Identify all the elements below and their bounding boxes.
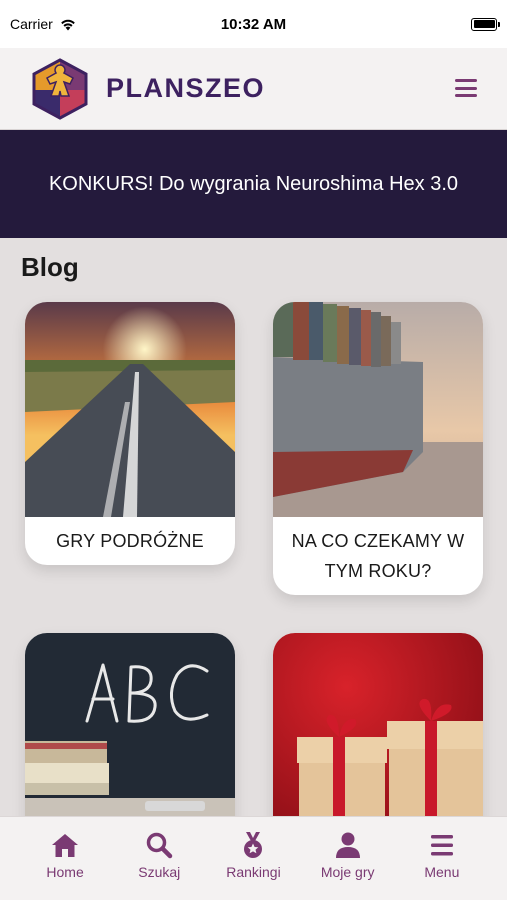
- wifi-icon: [60, 19, 75, 31]
- blog-card-title: NA CO CZEKAMY W TYM ROKU?: [291, 531, 465, 581]
- tab-label: Home: [46, 864, 84, 880]
- tab-search[interactable]: Szukaj: [119, 817, 199, 900]
- user-icon: [335, 832, 360, 858]
- cargo-ship-image: [273, 302, 483, 517]
- blog-card[interactable]: GRY PODRÓŻNE: [25, 302, 235, 565]
- hamburger-icon[interactable]: [455, 79, 477, 97]
- tab-rankings[interactable]: Rankingi: [213, 817, 293, 900]
- menu-icon: [430, 835, 453, 856]
- carrier-group: Carrier: [10, 16, 77, 32]
- tab-home[interactable]: Home: [25, 817, 105, 900]
- contest-banner[interactable]: KONKURS! Do wygrania Neuroshima Hex 3.0: [0, 130, 507, 238]
- tab-label: Moje gry: [320, 864, 375, 880]
- road-sunset-image: [25, 302, 235, 517]
- tab-menu[interactable]: Menu: [402, 817, 482, 900]
- blog-card[interactable]: NA CO CZEKAMY W TYM ROKU?: [273, 302, 483, 595]
- search-icon: [147, 832, 173, 859]
- bottom-tab-bar: Home Szukaj Rankingi Moje gry Menu: [0, 816, 507, 900]
- blog-card-title: GRY PODRÓŻNE: [56, 531, 204, 551]
- medal-icon: [244, 832, 263, 858]
- brand-name: PLANSZEO: [106, 73, 266, 103]
- tab-label: Rankingi: [226, 864, 281, 880]
- battery-icon: [471, 17, 500, 31]
- app-header: PLANSZEO: [0, 48, 507, 130]
- tab-label: Szukaj: [138, 864, 181, 880]
- carrier-label: Carrier: [10, 16, 53, 32]
- tab-my-games[interactable]: Moje gry: [308, 817, 388, 900]
- blog-section-title: Blog: [21, 252, 79, 282]
- tab-label: Menu: [424, 864, 460, 880]
- contest-banner-text: KONKURS! Do wygrania Neuroshima Hex 3.0: [48, 173, 459, 195]
- status-bar: Carrier 10:32 AM: [0, 0, 507, 48]
- planszeo-logo[interactable]: [30, 57, 90, 120]
- home-icon: [52, 834, 79, 857]
